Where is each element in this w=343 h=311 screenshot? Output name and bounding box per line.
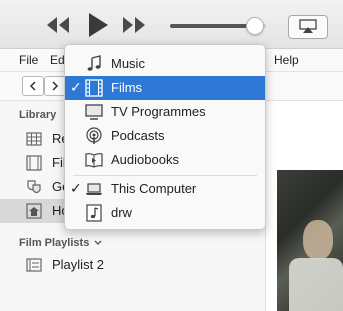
menu-item-audiobooks[interactable]: Audiobooks	[65, 148, 265, 172]
audiobook-icon	[85, 153, 103, 168]
sidebar-item-playlist-2[interactable]: Playlist 2	[0, 253, 265, 277]
menu-item-podcasts[interactable]: Podcasts	[65, 124, 265, 148]
menu-item-tv-programmes[interactable]: TV Programmes	[65, 100, 265, 124]
chevron-right-icon	[52, 81, 59, 91]
checkmark-icon: ✓	[70, 180, 82, 196]
menu-item-films[interactable]: ✓ Films	[65, 76, 265, 100]
menu-item-label: Music	[111, 56, 145, 71]
menu-file[interactable]: File	[19, 53, 38, 67]
laptop-icon	[86, 183, 102, 195]
media-kind-dropdown: Music ✓ Films TV Programmes Podcasts Aud…	[64, 44, 266, 230]
film-playlists-title[interactable]: Film Playlists	[19, 237, 102, 249]
music-file-icon	[86, 204, 102, 222]
menu-item-label: Podcasts	[111, 128, 165, 143]
menu-help[interactable]: Help	[274, 53, 299, 67]
back-button[interactable]	[22, 76, 44, 96]
house-icon	[26, 203, 42, 219]
film-playlists-label: Film Playlists	[19, 237, 90, 249]
forward-button[interactable]	[44, 76, 66, 96]
toolbar	[0, 0, 343, 49]
tv-icon	[85, 104, 103, 120]
menu-item-this-computer[interactable]: ✓ This Computer	[65, 177, 265, 201]
menu-item-label: Films	[111, 80, 143, 95]
menu-item-label: TV Programmes	[111, 104, 206, 119]
masks-icon	[27, 180, 41, 194]
film-icon	[85, 79, 103, 97]
play-icon[interactable]	[86, 12, 110, 38]
rewind-icon[interactable]	[46, 16, 70, 34]
film-icon	[26, 155, 42, 171]
menu-item-label: drw	[111, 205, 132, 220]
thumbnail-face	[303, 220, 333, 260]
fast-forward-icon[interactable]	[122, 16, 146, 34]
playlist-film-icon	[26, 258, 42, 272]
video-thumbnail[interactable]	[277, 170, 343, 311]
chevron-down-icon	[94, 240, 102, 245]
chevron-left-icon	[29, 81, 36, 91]
menu-item-drw[interactable]: drw	[65, 201, 265, 225]
sidebar-item-label: Playlist 2	[52, 257, 105, 272]
volume-slider-knob[interactable]	[246, 17, 265, 35]
library-section-title: Library	[19, 109, 57, 121]
grid-icon	[26, 132, 42, 146]
menu-item-music[interactable]: Music	[65, 52, 265, 76]
music-note-icon	[87, 55, 101, 71]
menu-item-label: Audiobooks	[111, 152, 179, 167]
thumbnail-shirt	[289, 258, 343, 311]
menu-item-label: This Computer	[111, 181, 197, 196]
airplay-button[interactable]	[288, 15, 328, 39]
airplay-icon	[299, 19, 317, 33]
menu-separator	[73, 175, 257, 176]
podcast-icon	[86, 127, 102, 144]
volume-slider-fill	[170, 24, 255, 28]
checkmark-icon: ✓	[70, 79, 82, 95]
